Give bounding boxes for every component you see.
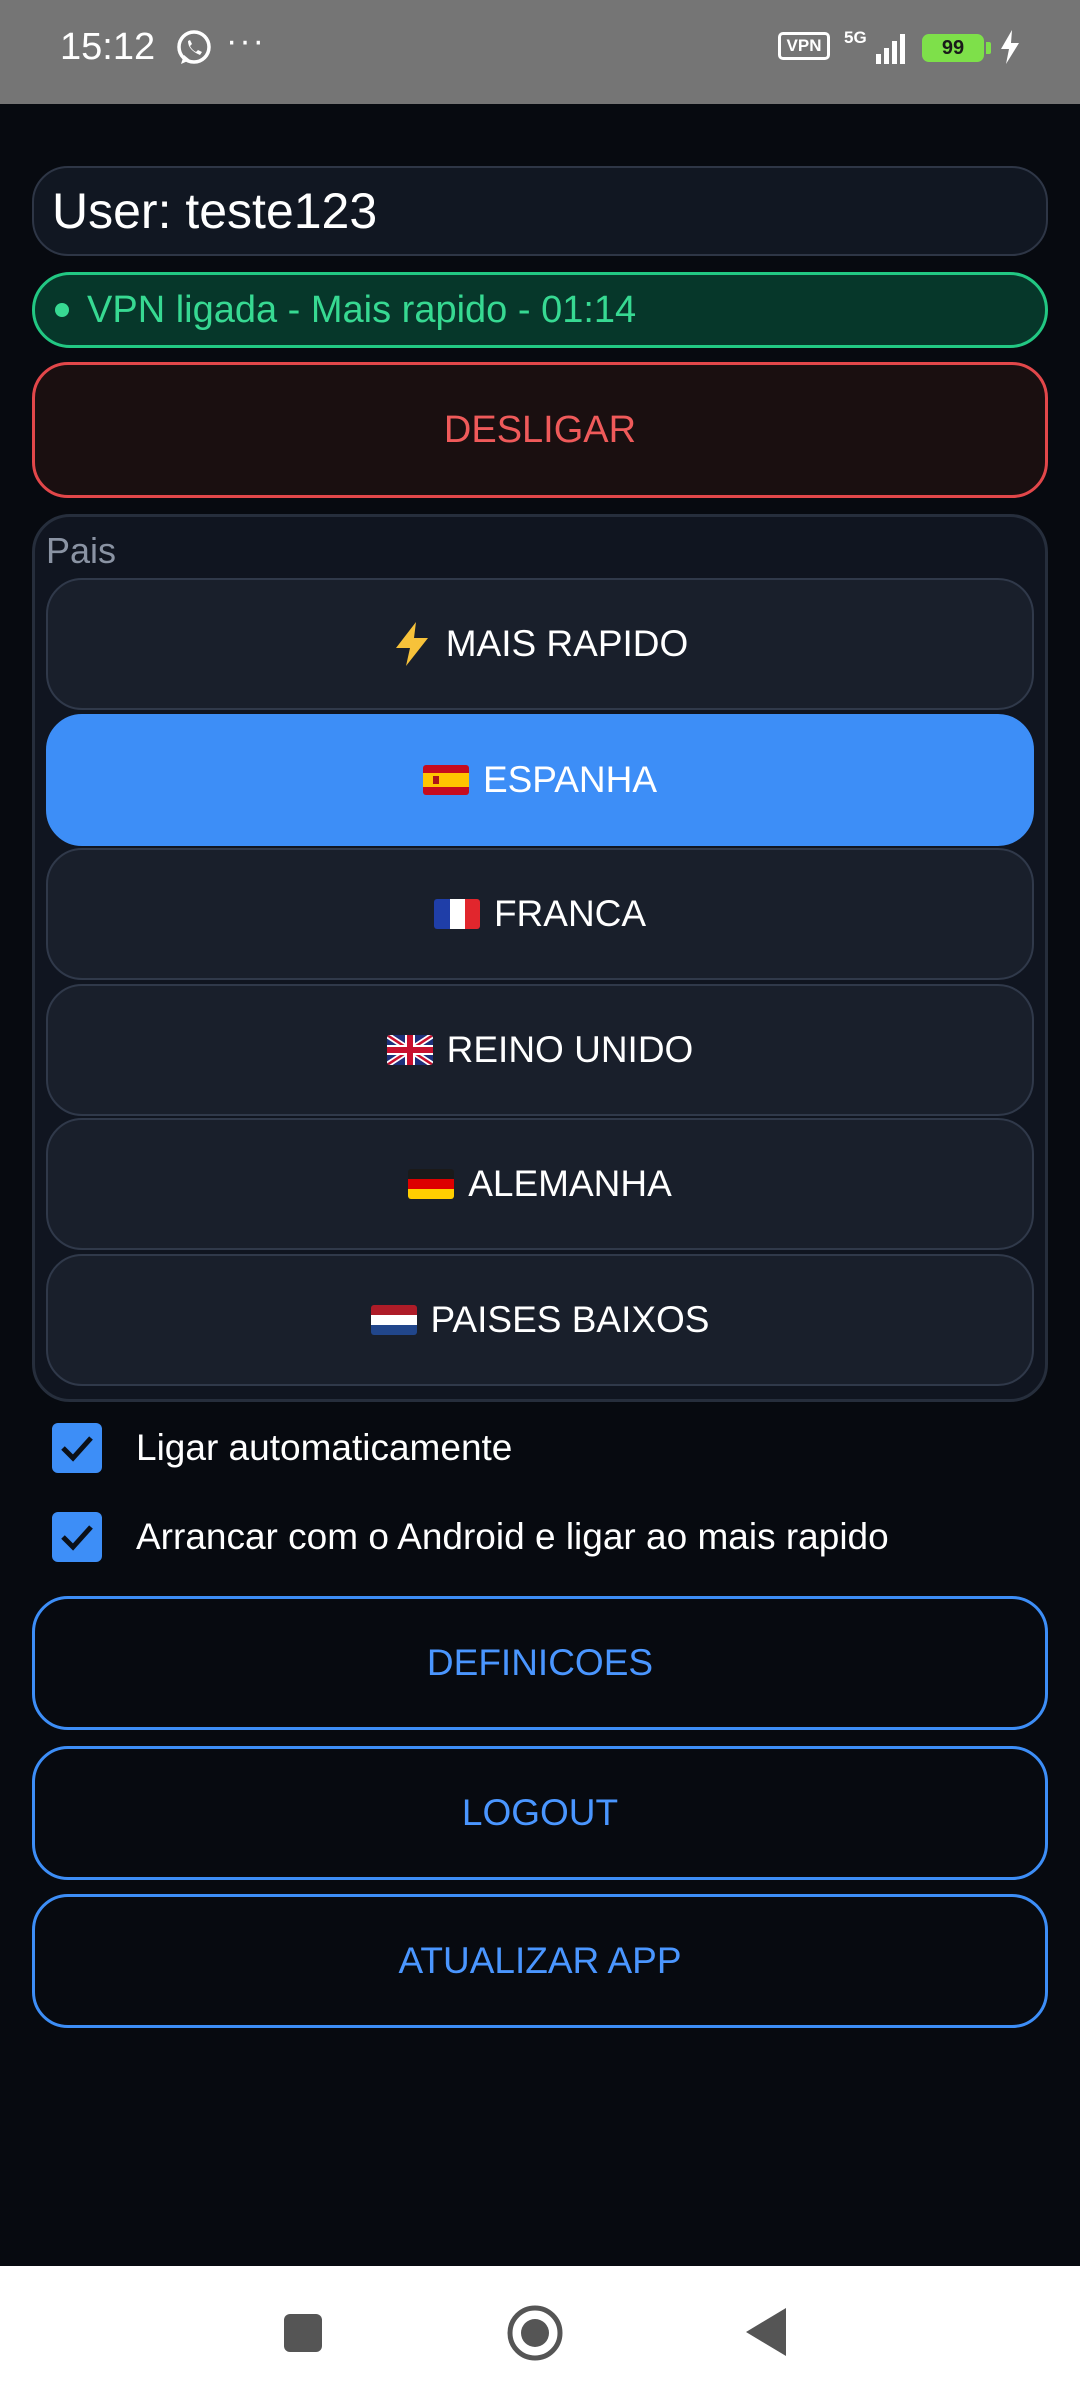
- auto-connect-label: Ligar automaticamente: [136, 1427, 513, 1468]
- country-label: PAISES BAIXOS: [430, 1299, 710, 1340]
- netherlands-flag-icon: [370, 1305, 417, 1335]
- status-time: 15:12: [60, 26, 156, 68]
- settings-button[interactable]: DEFINICOES: [32, 1596, 1048, 1730]
- signal-icon: [876, 34, 905, 64]
- status-dot-icon: [55, 303, 69, 317]
- battery-icon: 99: [922, 34, 984, 62]
- auto-connect-checkbox[interactable]: [52, 1423, 102, 1473]
- status-bar: 15:12 ··· VPN 5G 99: [0, 0, 1080, 104]
- recent-apps-icon[interactable]: [284, 2314, 322, 2352]
- home-icon[interactable]: [506, 2304, 564, 2362]
- back-icon[interactable]: [744, 2306, 788, 2358]
- vpn-badge: VPN: [778, 32, 830, 60]
- boot-connect-checkbox[interactable]: [52, 1512, 102, 1562]
- update-app-button[interactable]: ATUALIZAR APP: [32, 1894, 1048, 2028]
- france-flag-icon: [433, 899, 480, 929]
- logout-button[interactable]: LOGOUT: [32, 1746, 1048, 1880]
- lightning-icon: [395, 622, 428, 666]
- whatsapp-icon: [177, 30, 211, 64]
- spain-flag-icon: [422, 765, 469, 795]
- country-label: MAIS RAPIDO: [445, 623, 689, 664]
- checkmark-icon: [61, 1436, 93, 1462]
- country-option-fastest[interactable]: MAIS RAPIDO: [46, 578, 1034, 710]
- country-option-germany[interactable]: ALEMANHA: [46, 1118, 1034, 1250]
- boot-connect-option[interactable]: Arrancar com o Android e ligar ao mais r…: [52, 1512, 889, 1562]
- disconnect-button[interactable]: DESLIGAR: [32, 362, 1048, 498]
- user-field: User: teste123: [32, 166, 1048, 256]
- connection-status: VPN ligada - Mais rapido - 01:14: [32, 272, 1048, 348]
- charging-icon: [1001, 30, 1019, 64]
- auto-connect-option[interactable]: Ligar automaticamente: [52, 1423, 512, 1473]
- more-notifications-icon: ···: [226, 22, 266, 60]
- country-label: REINO UNIDO: [446, 1029, 694, 1070]
- country-panel-label: Pais: [46, 530, 117, 571]
- country-option-france[interactable]: FRANCA: [46, 848, 1034, 980]
- battery-tip: [986, 42, 991, 54]
- country-label: ESPANHA: [482, 759, 658, 800]
- country-option-spain[interactable]: ESPANHA: [46, 714, 1034, 846]
- germany-flag-icon: [408, 1169, 455, 1199]
- country-option-uk[interactable]: REINO UNIDO: [46, 984, 1034, 1116]
- country-option-netherlands[interactable]: PAISES BAIXOS: [46, 1254, 1034, 1386]
- uk-flag-icon: [386, 1035, 433, 1065]
- connection-status-text: VPN ligada - Mais rapido - 01:14: [87, 289, 637, 331]
- country-label: FRANCA: [493, 893, 647, 934]
- navigation-bar: [0, 2266, 1080, 2400]
- boot-connect-label: Arrancar com o Android e ligar ao mais r…: [136, 1516, 889, 1557]
- checkmark-icon: [61, 1525, 93, 1551]
- country-label: ALEMANHA: [468, 1163, 672, 1204]
